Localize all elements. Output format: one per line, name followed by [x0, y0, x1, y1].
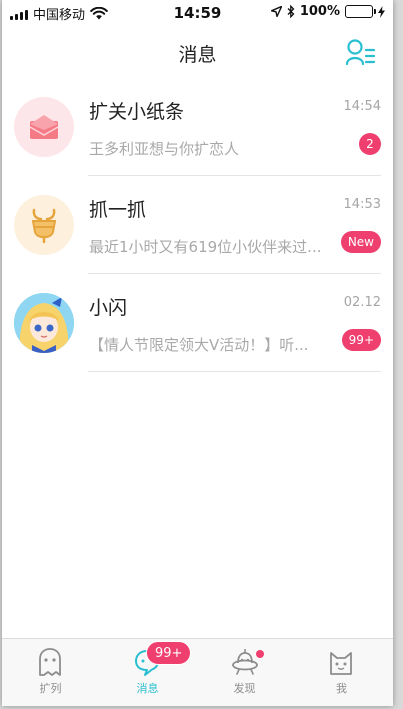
tab-kuolie[interactable]: 扩列: [2, 639, 99, 706]
phone-screen: 中国移动 14:59 100% 消息 扩关小纸条 14:54 王多利亚想与你扩恋…: [2, 0, 393, 706]
tab-discover[interactable]: 发现: [196, 639, 293, 706]
charging-bolt-icon: [378, 5, 385, 18]
row-divider: [88, 371, 381, 372]
conversation-row[interactable]: 抓一抓 14:53 最近1小时又有619位小伙伴来过... New: [2, 176, 393, 274]
tab-unread-badge: 99+: [146, 641, 192, 665]
conversation-list: 扩关小纸条 14:54 王多利亚想与你扩恋人 2 抓一抓 14:53 最近1小时…: [2, 78, 393, 372]
conversation-title: 小闪: [89, 297, 128, 319]
envelope-icon: [14, 97, 74, 157]
conversation-time: 02.12: [343, 295, 381, 310]
battery-icon: [345, 5, 376, 18]
conversation-title: 抓一抓: [89, 199, 147, 221]
tab-label: 扩列: [39, 682, 62, 695]
conversation-preview: 最近1小时又有619位小伙伴来过...: [89, 238, 322, 256]
tab-label: 消息: [136, 682, 159, 695]
unread-badge: 2: [359, 133, 381, 155]
conversation-row[interactable]: 扩关小纸条 14:54 王多利亚想与你扩恋人 2: [2, 78, 393, 176]
tab-label: 发现: [233, 682, 256, 695]
tab-label: 我: [336, 682, 347, 695]
status-bar: 中国移动 14:59 100%: [2, 0, 393, 26]
conversation-row[interactable]: 小闪 02.12 【情人节限定领大V活动！】听... 99+: [2, 274, 393, 372]
battery-percent: 100%: [299, 4, 340, 19]
conversation-title: 扩关小纸条: [89, 101, 185, 123]
claw-catch-icon: [14, 195, 74, 255]
conversation-preview: 王多利亚想与你扩恋人: [89, 140, 240, 158]
anime-girl-avatar: [14, 293, 74, 353]
location-arrow-icon: [270, 6, 282, 17]
conversation-time: 14:54: [343, 99, 381, 114]
nav-bar: 消息: [2, 26, 393, 78]
tab-messages[interactable]: 99+ 消息: [99, 639, 196, 706]
status-right: 100%: [270, 4, 385, 19]
tab-me[interactable]: 我: [293, 639, 390, 706]
conversation-preview: 【情人节限定领大V活动！】听...: [89, 336, 309, 354]
new-badge: New: [340, 231, 381, 253]
bluetooth-icon: [287, 5, 295, 18]
contacts-list-icon[interactable]: [345, 38, 377, 66]
unread-badge: 99+: [341, 329, 381, 351]
tab-notification-dot: [256, 650, 264, 658]
conversation-time: 14:53: [343, 197, 381, 212]
ghost-icon: [39, 648, 61, 676]
page-title: 消息: [178, 44, 217, 66]
tab-bar: 扩列 99+ 消息 发现 我: [2, 638, 393, 706]
cat-face-icon: [330, 652, 352, 675]
